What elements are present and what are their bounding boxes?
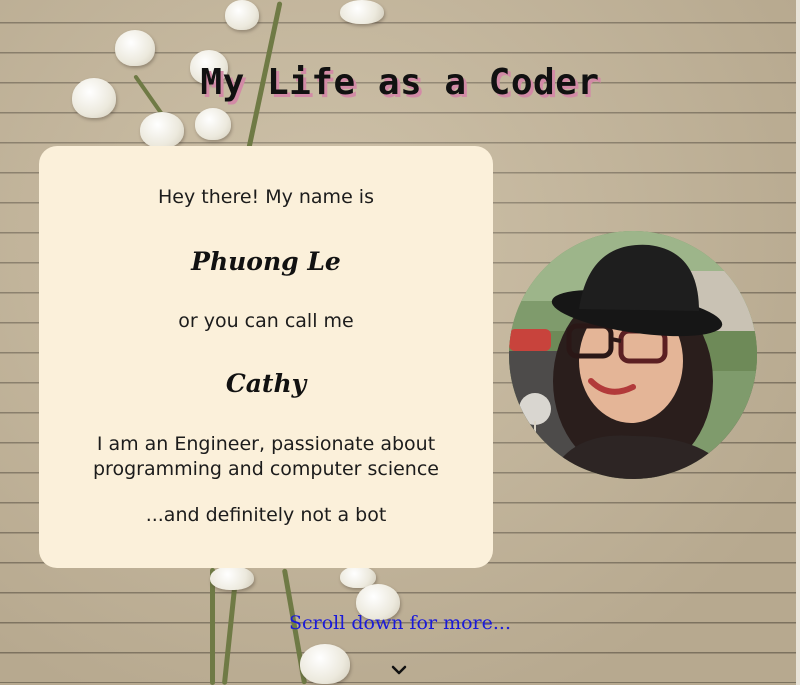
full-name: Phuong Le [191,247,341,276]
chevron-down-icon[interactable] [391,664,407,676]
page-title: My Life as a Coder [200,62,600,103]
bio-line-2: programming and computer science [93,458,439,480]
alias-prompt-text: or you can call me [178,310,354,332]
scroll-down-link[interactable]: Scroll down for more... [0,612,800,634]
closing-text: ...and definitely not a bot [145,504,387,526]
bio-line-1: I am an Engineer, passionate about [96,433,436,455]
greeting-text: Hey there! My name is [158,186,374,208]
nickname: Cathy [225,369,307,398]
intro-card: Hey there! My name is Phuong Le or you c… [39,146,493,568]
profile-photo-illustration [509,231,757,479]
profile-photo [509,231,757,479]
